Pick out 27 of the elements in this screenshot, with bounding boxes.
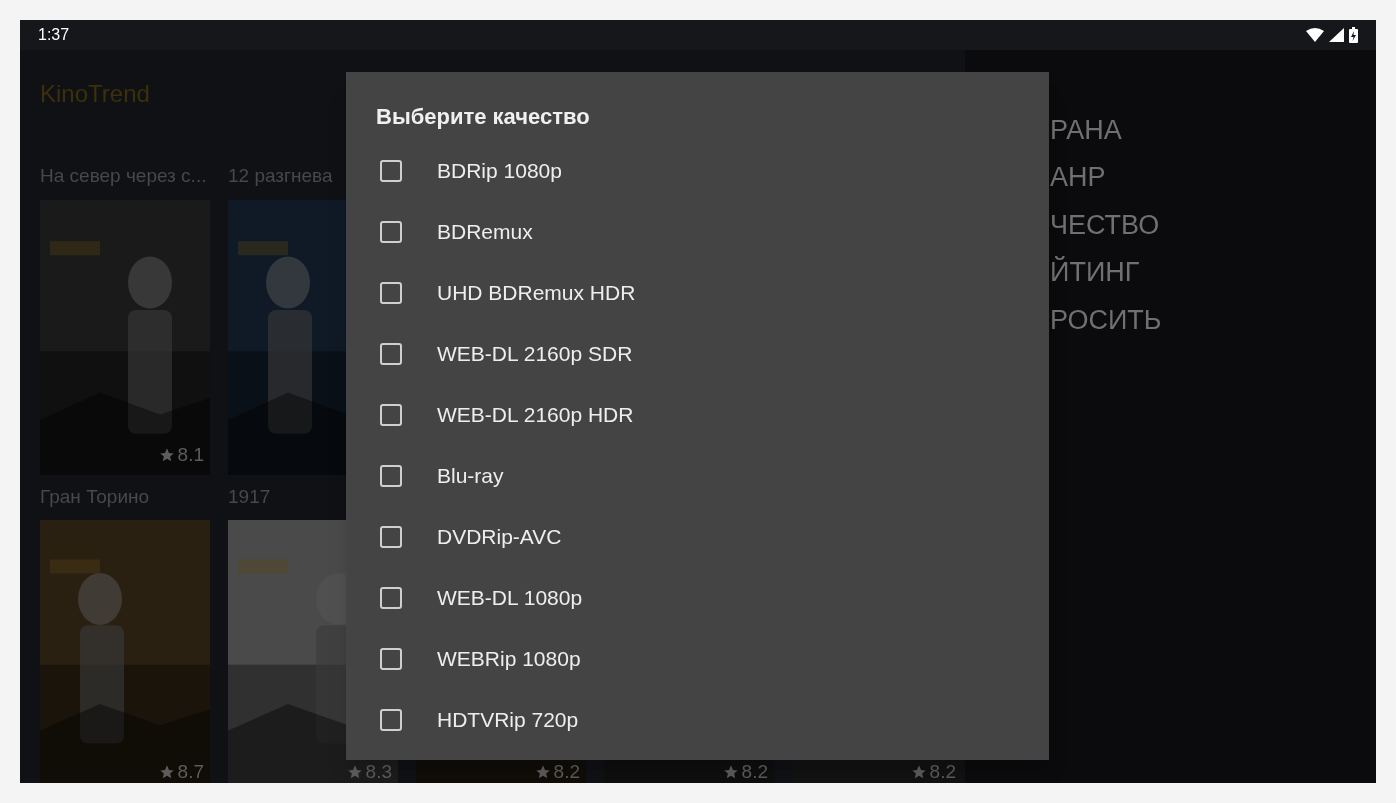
- filter-menu-item[interactable]: РОСИТЬ: [1050, 299, 1162, 340]
- rating-value: 8.2: [741, 762, 768, 782]
- movie-title: 1917: [228, 486, 271, 507]
- filter-menu-item[interactable]: АНР: [1050, 157, 1106, 198]
- quality-option[interactable]: UHD BDRemux HDR: [346, 262, 1049, 323]
- filter-menu-item[interactable]: ЧЕСТВО: [1050, 204, 1160, 245]
- rating-value: 8.2: [553, 762, 580, 782]
- dialog-title: Выберите качество: [376, 104, 590, 129]
- quality-option[interactable]: WEB-DL 1080p: [346, 567, 1049, 628]
- filter-menu-item[interactable]: ЙТИНГ: [1050, 252, 1140, 293]
- quality-option[interactable]: BDRemux: [346, 201, 1049, 262]
- quality-option[interactable]: HDTVRip 720p: [346, 689, 1049, 750]
- quality-option[interactable]: Blu-ray: [346, 445, 1049, 506]
- movie-title: 12 разгнева: [228, 165, 333, 186]
- rating-value: 8.1: [177, 445, 204, 465]
- status-time: 1:37: [38, 25, 70, 45]
- rating-value: 8.7: [177, 762, 204, 782]
- rating-value: 8.2: [929, 762, 956, 782]
- movie-title: Гран Торино: [40, 486, 150, 507]
- quality-option[interactable]: WEBRip 1080p: [346, 628, 1049, 689]
- filter-menu-item[interactable]: РАНА: [1050, 109, 1122, 150]
- quality-option[interactable]: DVDRip-AVC: [346, 506, 1049, 567]
- movie-title: На север через с...: [40, 165, 207, 186]
- quality-option[interactable]: WEB-DL 2160p SDR: [346, 323, 1049, 384]
- quality-option[interactable]: WEB-DL 2160p HDR: [346, 384, 1049, 445]
- quality-option[interactable]: BDRip 1080p: [346, 140, 1049, 201]
- rating-value: 8.3: [365, 762, 392, 782]
